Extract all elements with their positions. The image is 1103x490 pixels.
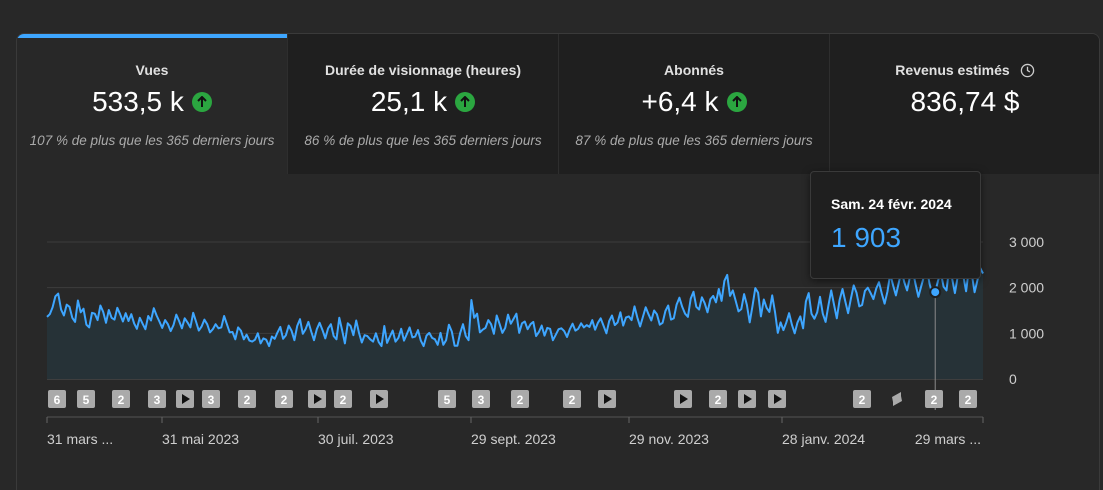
highlight-point[interactable] xyxy=(929,286,942,299)
video-count-marker[interactable]: 2 xyxy=(511,390,529,408)
marker-count-label: 2 xyxy=(118,393,125,407)
x-tick-label: 28 janv. 2024 xyxy=(782,431,865,447)
video-count-marker[interactable]: 5 xyxy=(438,390,456,408)
marker-count-label: 2 xyxy=(931,393,938,407)
video-count-marker[interactable]: 2 xyxy=(959,390,977,408)
x-tick-label: 31 mai 2023 xyxy=(162,431,239,447)
tooltip-date: Sam. 24 févr. 2024 xyxy=(831,196,952,212)
video-count-marker[interactable]: 2 xyxy=(925,390,943,408)
video-marker[interactable] xyxy=(768,390,786,408)
video-count-marker[interactable]: 3 xyxy=(472,390,490,408)
shorts-icon xyxy=(892,392,902,406)
marker-count-label: 2 xyxy=(715,393,722,407)
y-tick-label: 3 000 xyxy=(1009,234,1044,250)
video-count-marker[interactable]: 2 xyxy=(238,390,256,408)
video-marker[interactable] xyxy=(674,390,692,408)
marker-count-label: 2 xyxy=(281,393,288,407)
video-count-marker[interactable]: 5 xyxy=(77,390,95,408)
video-marker[interactable] xyxy=(598,390,616,408)
x-tick-label: 29 mars ... xyxy=(915,431,981,447)
shorts-marker[interactable] xyxy=(888,390,906,408)
x-tick-label: 29 sept. 2023 xyxy=(471,431,556,447)
marker-count-label: 3 xyxy=(478,393,485,407)
video-marker[interactable] xyxy=(176,390,194,408)
marker-count-label: 2 xyxy=(244,393,251,407)
chart-tooltip: Sam. 24 févr. 2024 1 903 xyxy=(810,171,981,279)
video-marker[interactable] xyxy=(308,390,326,408)
marker-count-label: 2 xyxy=(569,393,576,407)
y-tick-label: 0 xyxy=(1009,371,1017,387)
video-count-marker[interactable]: 2 xyxy=(563,390,581,408)
marker-count-label: 5 xyxy=(83,393,90,407)
video-count-marker[interactable]: 2 xyxy=(334,390,352,408)
x-tick-label: 30 juil. 2023 xyxy=(318,431,394,447)
video-count-marker[interactable]: 2 xyxy=(275,390,293,408)
video-count-marker[interactable]: 6 xyxy=(48,390,66,408)
marker-count-label: 5 xyxy=(444,393,451,407)
x-tick-label: 31 mars ... xyxy=(47,431,113,447)
marker-count-label: 2 xyxy=(859,393,866,407)
video-count-marker[interactable]: 2 xyxy=(112,390,130,408)
marker-count-label: 3 xyxy=(154,393,161,407)
video-count-marker[interactable]: 2 xyxy=(853,390,871,408)
marker-count-label: 2 xyxy=(965,393,972,407)
marker-count-label: 3 xyxy=(208,393,215,407)
video-count-marker[interactable]: 3 xyxy=(148,390,166,408)
video-count-marker[interactable]: 2 xyxy=(709,390,727,408)
y-tick-label: 2 000 xyxy=(1009,280,1044,296)
marker-count-label: 6 xyxy=(54,393,61,407)
y-tick-label: 1 000 xyxy=(1009,325,1044,341)
x-tick-label: 29 nov. 2023 xyxy=(629,431,709,447)
video-marker[interactable] xyxy=(738,390,756,408)
video-count-marker[interactable]: 3 xyxy=(202,390,220,408)
marker-count-label: 2 xyxy=(517,393,524,407)
marker-count-label: 2 xyxy=(340,393,347,407)
tooltip-value: 1 903 xyxy=(831,222,902,253)
video-marker[interactable] xyxy=(370,390,388,408)
